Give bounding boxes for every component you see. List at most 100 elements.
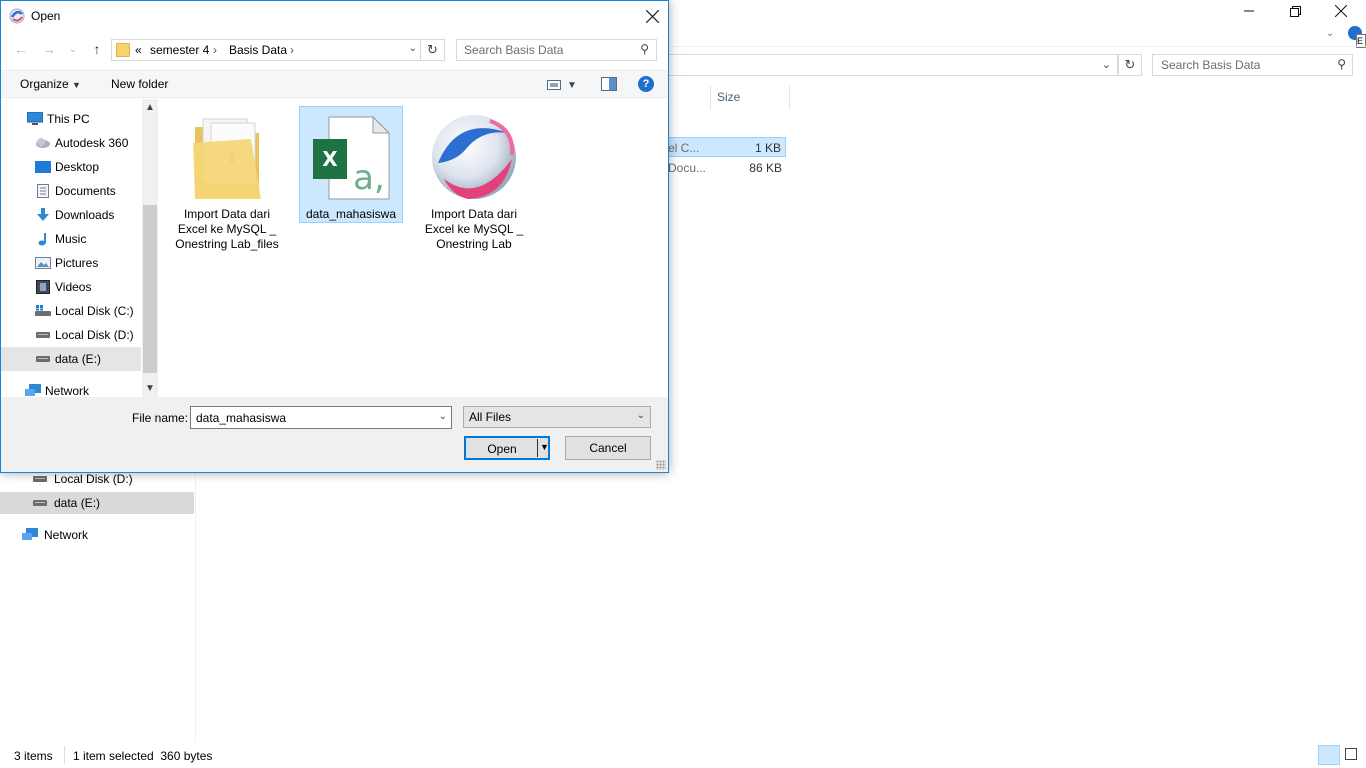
nav-scrollbar[interactable]: ▲ ▼: [142, 99, 158, 397]
nav-item-this-pc[interactable]: This PC: [1, 107, 141, 131]
nav-label: Desktop: [55, 160, 100, 174]
nav-item-desktop[interactable]: Desktop: [1, 155, 141, 179]
change-view-button[interactable]: ▼: [547, 76, 587, 94]
resize-grip[interactable]: [656, 460, 666, 470]
chevron-right-icon[interactable]: ›: [290, 43, 294, 57]
dialog-footer: File name: data_mahasiswa ⌄ All Files ⌄ …: [1, 397, 668, 472]
scrollbar-thumb[interactable]: [143, 205, 157, 373]
dialog-title-bar[interactable]: Open: [1, 1, 668, 31]
nav-item-data-e[interactable]: data (E:): [1, 347, 141, 371]
search-input[interactable]: Search Basis Data ⚲: [456, 39, 657, 61]
chevron-down-icon: ▼: [72, 80, 81, 90]
column-label: Size: [717, 90, 741, 104]
nav-label: This PC: [47, 112, 90, 126]
file-type-select[interactable]: All Files ⌄: [463, 406, 651, 428]
close-window-button[interactable]: [1318, 0, 1364, 22]
search-input[interactable]: Search Basis Data ⚲: [1152, 54, 1353, 76]
nav-item-documents[interactable]: Documents: [1, 179, 141, 203]
file-item-html[interactable]: Import Data dari Excel ke MySQL _ Onestr…: [422, 107, 526, 252]
help-button[interactable]: ?: [638, 76, 654, 92]
chevron-down-icon: ⌄: [68, 43, 78, 55]
nav-label: Pictures: [55, 256, 99, 270]
file-name-input[interactable]: data_mahasiswa ⌄: [190, 406, 452, 429]
ribbon-expand-icon[interactable]: ⌄: [1326, 28, 1334, 39]
nav-label: Downloads: [55, 208, 115, 222]
drive-icon: [32, 475, 48, 483]
file-name-value: data_mahasiswa: [196, 411, 287, 425]
drive-icon: [32, 499, 48, 507]
nav-label: data (E:): [55, 352, 102, 366]
address-bar[interactable]: ⌄: [668, 54, 1118, 76]
large-icons-view-button[interactable]: [1345, 748, 1357, 760]
breadcrumb-segment[interactable]: semester 4: [150, 43, 209, 57]
nav-item-local-disk-c[interactable]: Local Disk (C:): [1, 299, 141, 323]
file-item-folder[interactable]: Import Data dari Excel ke MySQL _ Onestr…: [175, 107, 279, 252]
dialog-close-button[interactable]: [636, 1, 668, 31]
nav-item-downloads[interactable]: Downloads: [1, 203, 141, 227]
nav-item-data-e[interactable]: data (E:): [0, 492, 194, 514]
status-selection: 1 item selected 360 bytes: [73, 749, 213, 763]
browser-html-icon: [422, 107, 526, 207]
chevron-right-icon[interactable]: ›: [213, 43, 217, 57]
nav-item-music[interactable]: Music: [1, 227, 141, 251]
navigation-pane: This PC Autodesk 360 Desktop Documents D…: [1, 99, 158, 398]
minimize-button[interactable]: [1226, 0, 1272, 22]
nav-item-videos[interactable]: Videos: [1, 275, 141, 299]
nav-item-local-disk-d[interactable]: Local Disk (D:): [1, 323, 141, 347]
file-row[interactable]: el C... 1 KB: [668, 137, 786, 157]
column-header-size[interactable]: Size: [710, 86, 790, 110]
chevron-down-icon[interactable]: ⌄: [439, 411, 447, 422]
restore-button[interactable]: [1272, 0, 1318, 22]
file-size: 1 KB: [754, 141, 781, 155]
nav-item-autodesk-360[interactable]: Autodesk 360: [1, 131, 141, 155]
arrow-left-icon: ←: [14, 41, 28, 57]
scroll-up-icon[interactable]: ▲: [142, 99, 158, 116]
breadcrumb-segment[interactable]: Basis Data: [229, 43, 287, 57]
organize-button[interactable]: Organize ▼: [20, 77, 81, 91]
file-list: Import Data dari Excel ke MySQL _ Onestr…: [158, 99, 668, 397]
refresh-icon: ↻: [427, 42, 438, 57]
open-options-dropdown-icon[interactable]: ▼: [540, 442, 549, 452]
cancel-label: Cancel: [589, 441, 627, 455]
search-placeholder: Search Basis Data: [464, 43, 564, 57]
forward-button[interactable]: →: [39, 39, 59, 59]
preview-pane-button[interactable]: [601, 77, 617, 91]
nav-label: Documents: [55, 184, 116, 198]
chevron-down-icon[interactable]: ⌄: [409, 43, 417, 54]
download-icon: [35, 208, 51, 222]
file-name: Docu...: [668, 161, 707, 175]
help-icon: ?: [642, 78, 650, 90]
refresh-button[interactable]: ↻: [421, 39, 445, 61]
status-bar: 3 items 1 item selected 360 bytes: [0, 744, 1366, 768]
network-icon: [22, 528, 38, 542]
recent-locations-button[interactable]: ⌄: [63, 39, 83, 59]
scroll-down-icon[interactable]: ▼: [142, 380, 158, 397]
refresh-icon: ↻: [1124, 57, 1136, 72]
cancel-button[interactable]: Cancel: [565, 436, 651, 460]
nav-item-pictures[interactable]: Pictures: [1, 251, 141, 275]
up-button[interactable]: ↑: [87, 39, 107, 59]
documents-icon: [35, 184, 51, 198]
new-folder-button[interactable]: New folder: [111, 77, 168, 91]
close-icon: [1335, 5, 1347, 17]
address-bar[interactable]: « semester 4 › Basis Data › ⌄: [111, 39, 421, 61]
nav-label: Local Disk (D:): [55, 328, 134, 342]
arrow-up-icon: ↑: [93, 41, 101, 57]
breadcrumb-overflow[interactable]: «: [135, 43, 142, 57]
refresh-button[interactable]: ↻: [1118, 54, 1142, 76]
nav-label: Autodesk 360: [55, 136, 129, 150]
open-button[interactable]: Open ▼: [464, 436, 550, 460]
pictures-icon: [35, 257, 51, 269]
search-placeholder: Search Basis Data: [1161, 58, 1261, 72]
cloud-icon: [35, 137, 51, 149]
arrow-right-icon: →: [42, 41, 56, 57]
back-button[interactable]: ←: [11, 39, 31, 59]
new-folder-label: New folder: [111, 77, 169, 91]
file-name: el C...: [668, 141, 700, 155]
file-row[interactable]: Docu... 86 KB: [668, 158, 786, 178]
chevron-down-icon[interactable]: ⌄: [1102, 58, 1111, 71]
file-item-selected[interactable]: X a, data_mahasiswa: [299, 106, 403, 223]
nav-item-network[interactable]: Network: [0, 524, 194, 546]
search-icon: ⚲: [640, 42, 649, 56]
details-view-button[interactable]: [1318, 745, 1340, 765]
